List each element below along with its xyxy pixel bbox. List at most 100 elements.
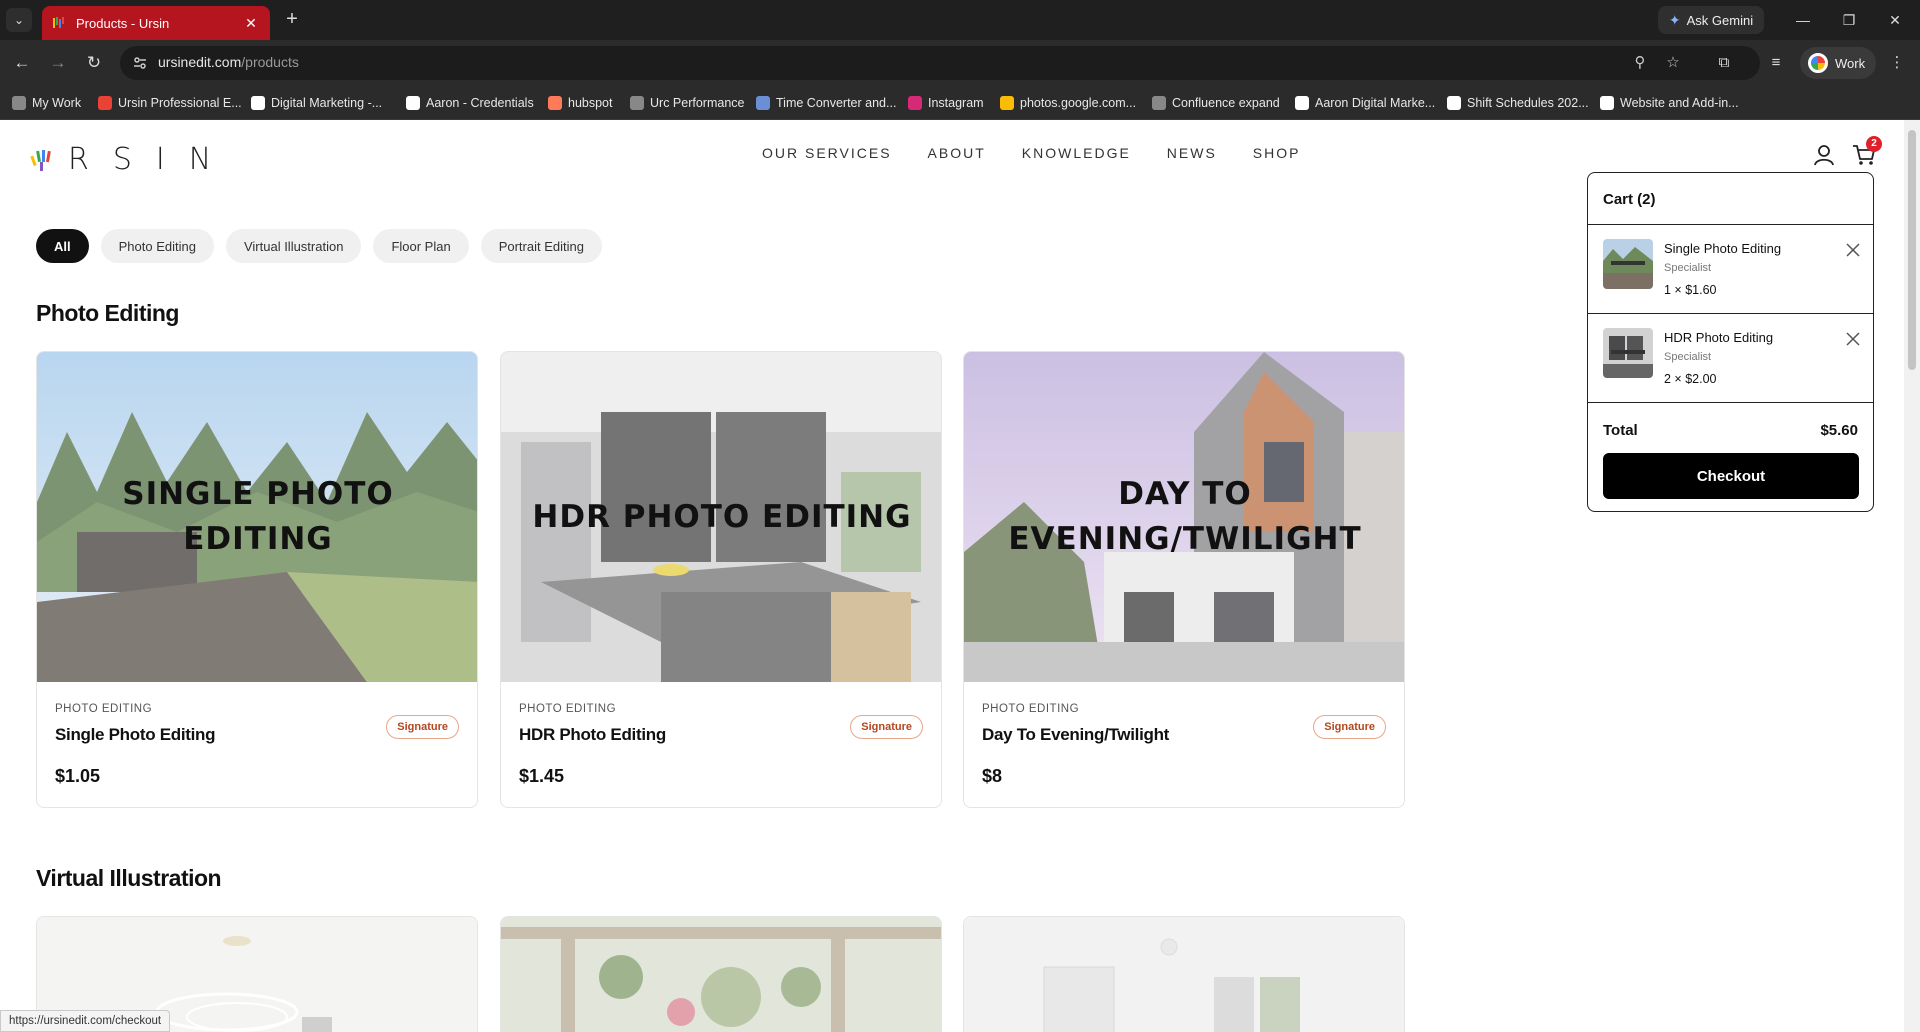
bookmark-item[interactable]: My Work — [12, 94, 81, 112]
bookmark-item[interactable]: Aaron Digital Marke... — [1295, 94, 1435, 112]
bookmark-item[interactable]: Digital Marketing -... — [251, 94, 382, 112]
filter-floor-plan[interactable]: Floor Plan — [373, 229, 469, 263]
tab-close-icon[interactable]: ✕ — [242, 15, 260, 32]
ask-gemini-label: Ask Gemini — [1686, 12, 1754, 28]
tab-title: Products - Ursin — [76, 15, 170, 31]
category-filters: All Photo Editing Virtual Illustration F… — [36, 229, 602, 263]
remove-item-close-icon[interactable] — [1844, 241, 1862, 259]
bookmark-favicon-icon — [1600, 96, 1614, 110]
nav-about[interactable]: ABOUT — [928, 145, 986, 161]
url-host: ursinedit.com — [158, 54, 242, 70]
tab-search-button[interactable]: ⌄ — [6, 8, 32, 32]
filter-photo-editing[interactable]: Photo Editing — [100, 229, 214, 263]
bookmark-favicon-icon — [756, 96, 770, 110]
bookmark-label: hubspot — [568, 96, 613, 110]
bookmark-item[interactable]: Urc Performance — [630, 94, 744, 112]
bookmark-label: Aaron Digital Marke... — [1315, 96, 1436, 110]
nav-shop[interactable]: SHOP — [1253, 145, 1301, 161]
cart-item-quantity-price: 2 × $2.00 — [1664, 372, 1717, 386]
nav-our-services[interactable]: OUR SERVICES — [762, 145, 892, 161]
product-card[interactable]: SINGLE PHOTO EDITING PHOTO EDITING Singl… — [36, 351, 478, 808]
bookmark-item[interactable]: Time Converter and... — [756, 94, 896, 112]
product-card-partial[interactable] — [500, 916, 942, 1032]
bookmark-favicon-icon — [12, 96, 26, 110]
bookmark-item[interactable]: Ursin Professional E... — [98, 94, 242, 112]
site-info-icon[interactable] — [132, 55, 148, 71]
product-name[interactable]: HDR Photo Editing — [519, 725, 666, 745]
cart-item-thumbnail — [1603, 239, 1653, 289]
ask-gemini-button[interactable]: ✦ Ask Gemini — [1658, 6, 1764, 34]
bookmark-item[interactable]: photos.google.com... — [1000, 94, 1136, 112]
media-controls-icon[interactable]: ≡ — [1764, 51, 1788, 75]
page-scrollbar[interactable] — [1904, 120, 1920, 1032]
product-price: $1.45 — [519, 766, 565, 786]
filter-all[interactable]: All — [36, 229, 89, 263]
remove-item-close-icon[interactable] — [1844, 330, 1862, 348]
bookmark-label: Confluence expand — [1172, 96, 1280, 110]
cart-item-name[interactable]: HDR Photo Editing — [1664, 330, 1773, 345]
bookmark-favicon-icon — [1152, 96, 1166, 110]
bookmark-item[interactable]: Aaron - Credentials — [406, 94, 534, 112]
bookmark-label: Shift Schedules 202... — [1467, 96, 1589, 110]
forward-arrow-icon[interactable]: → — [46, 51, 70, 75]
cart-dropdown: Cart (2) Single Photo Editing Specialist… — [1587, 172, 1874, 512]
section-title-photo-editing: Photo Editing — [36, 300, 179, 326]
bookmark-star-icon[interactable]: ☆ — [1663, 53, 1683, 73]
bookmark-item[interactable]: Website and Add-in... — [1600, 94, 1739, 112]
product-name[interactable]: Day To Evening/Twilight — [982, 725, 1169, 745]
cart-item-name[interactable]: Single Photo Editing — [1664, 241, 1781, 256]
user-account-icon[interactable] — [1811, 142, 1837, 168]
minimize-window-button[interactable]: — — [1780, 8, 1826, 32]
site-logo[interactable]: RSIN — [30, 142, 235, 177]
profile-button[interactable]: Work — [1800, 47, 1876, 79]
browser-tab-active[interactable]: Products - Ursin ✕ — [42, 6, 270, 40]
ursin-logo-icon — [30, 146, 58, 174]
bookmark-item[interactable]: hubspot — [548, 94, 612, 112]
back-arrow-icon[interactable]: ← — [10, 51, 34, 75]
cart-item-thumbnail — [1603, 328, 1653, 378]
cart-item-variant: Specialist — [1664, 351, 1712, 363]
bookmark-favicon-icon — [630, 96, 644, 110]
checkout-button[interactable]: Checkout — [1603, 453, 1859, 499]
nav-news[interactable]: NEWS — [1167, 145, 1217, 161]
product-image-caption: SINGLE PHOTO EDITING — [122, 476, 394, 557]
profile-avatar — [1808, 53, 1828, 73]
bookmark-item[interactable]: Confluence expand — [1152, 94, 1280, 112]
bookmark-item[interactable]: Instagram — [908, 94, 984, 112]
product-card-partial[interactable] — [963, 916, 1405, 1032]
product-card[interactable]: HDR PHOTO EDITING PHOTO EDITING HDR Phot… — [500, 351, 942, 808]
cart-title: Cart (2) — [1603, 191, 1656, 208]
reload-icon[interactable]: ↻ — [82, 51, 106, 75]
filter-portrait-editing[interactable]: Portrait Editing — [480, 229, 602, 263]
close-window-button[interactable]: ✕ — [1872, 8, 1918, 32]
restore-window-button[interactable]: ❐ — [1826, 8, 1872, 32]
product-price: $8 — [982, 766, 1003, 786]
nav-knowledge[interactable]: KNOWLEDGE — [1022, 145, 1131, 161]
bookmarks-bar: My Work Ursin Professional E... Digital Ma… — [0, 86, 1920, 120]
product-image: HDR PHOTO EDITING — [501, 352, 941, 682]
cart-total-label: Total — [1603, 422, 1638, 439]
cart-divider — [1588, 402, 1873, 403]
product-image-caption: DAY TO EVENING/TWILIGHT — [1008, 476, 1362, 557]
bookmark-favicon-icon — [1000, 96, 1014, 110]
bookmark-label: My Work — [32, 96, 82, 110]
product-category: PHOTO EDITING — [982, 703, 1080, 715]
product-card[interactable]: DAY TO EVENING/TWILIGHT PHOTO EDITING Da… — [963, 351, 1405, 808]
bookmark-label: photos.google.com... — [1020, 96, 1137, 110]
cart-item: HDR Photo Editing Specialist 2 × $2.00 — [1588, 314, 1873, 402]
product-name[interactable]: Single Photo Editing — [55, 725, 216, 745]
product-image — [501, 917, 941, 1032]
filter-virtual-illustration[interactable]: Virtual Illustration — [225, 229, 362, 263]
zoom-icon[interactable]: ⚲ — [1630, 53, 1650, 73]
bookmark-item[interactable]: Shift Schedules 202... — [1447, 94, 1589, 112]
chrome-menu-icon[interactable]: ⋮ — [1885, 51, 1909, 75]
new-tab-button[interactable]: + — [280, 8, 304, 32]
cart-item-variant: Specialist — [1664, 262, 1712, 274]
chevron-down-icon: ⌄ — [13, 13, 25, 27]
scrollbar-thumb[interactable] — [1908, 130, 1916, 370]
signature-badge: Signature — [850, 715, 923, 739]
bookmark-label: Website and Add-in... — [1620, 96, 1739, 110]
extensions-icon[interactable]: ⧉ — [1712, 51, 1736, 75]
address-bar[interactable]: ursinedit.com/products ⚲ ☆ — [120, 46, 1760, 80]
bookmark-favicon-icon — [1295, 96, 1309, 110]
